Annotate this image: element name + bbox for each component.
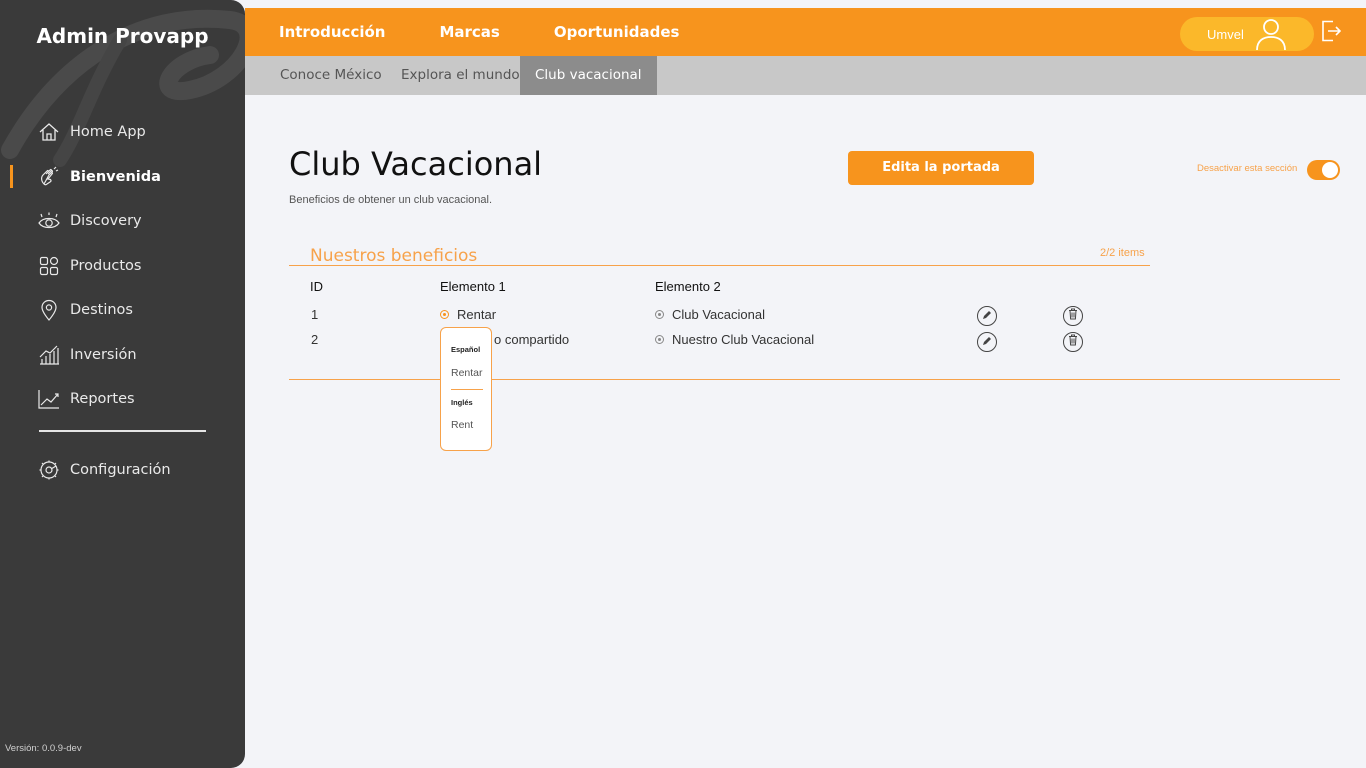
toggle-label: Desactivar esta sección <box>1197 163 1298 174</box>
sidebar-item-discovery[interactable]: Discovery <box>0 199 245 244</box>
trash-icon <box>1068 333 1078 351</box>
user-menu-button[interactable]: Umvel <box>1180 17 1314 51</box>
sidebar-item-bienvenida[interactable]: Bienvenida <box>0 155 245 200</box>
section-title: Nuestros beneficios <box>310 246 478 266</box>
row-2-delete-button[interactable] <box>1063 332 1083 352</box>
sidebar-item-label: Reportes <box>70 391 135 408</box>
column-header-id: ID <box>310 279 323 294</box>
sidebar-item-home-app[interactable]: Home App <box>0 110 245 155</box>
tab-introduccion[interactable]: Introducción <box>279 23 385 41</box>
bar-chart-icon <box>38 344 60 366</box>
sub-nav-bar: Conoce México Explora el mundo Club vaca… <box>245 56 1366 95</box>
column-header-elemento-1: Elemento 1 <box>440 279 506 294</box>
line-chart-icon <box>38 388 60 410</box>
sidebar-config-wrapper: Configuración <box>0 448 245 493</box>
user-name: Umvel <box>1207 27 1244 42</box>
column-header-elemento-2: Elemento 2 <box>655 279 721 294</box>
sidebar-item-label: Productos <box>70 257 142 274</box>
page-subtitle: Beneficios de obtener un club vacacional… <box>289 194 493 206</box>
subtab-explora-el-mundo[interactable]: Explora el mundo <box>386 56 535 95</box>
waving-hand-icon <box>38 166 60 188</box>
translation-dot-icon <box>655 310 664 319</box>
popup-lang-english: Inglés <box>451 398 473 407</box>
subtab-club-vacacional[interactable]: Club vacacional <box>520 56 657 95</box>
sidebar-divider <box>39 430 206 432</box>
sidebar-item-label: Destinos <box>70 302 133 319</box>
edit-cover-button[interactable]: Edita la portada <box>848 151 1034 185</box>
version-label: Versión: 0.0.9-dev <box>5 743 82 754</box>
app-brand: Admin Provapp <box>36 24 209 48</box>
pencil-icon <box>982 333 992 351</box>
gear-icon <box>38 459 60 481</box>
row-1-id: 1 <box>311 307 319 322</box>
user-avatar-icon <box>1254 18 1288 55</box>
sidebar-item-destinos[interactable]: Destinos <box>0 288 245 333</box>
logout-icon[interactable] <box>1321 20 1342 47</box>
translation-popup: Español Rentar Inglés Rent <box>440 327 492 451</box>
items-count: 2/2 items <box>1100 247 1145 259</box>
sidebar-item-inversion[interactable]: Inversión <box>0 333 245 378</box>
sidebar-item-reportes[interactable]: Reportes <box>0 377 245 422</box>
translation-dot-icon <box>655 335 664 344</box>
row-2-elemento-2[interactable]: Nuestro Club Vacacional <box>655 332 814 347</box>
grid-icon <box>38 255 60 277</box>
sidebar-item-label: Home App <box>70 124 146 141</box>
section-divider <box>289 265 1150 266</box>
translation-dot-icon <box>440 310 449 319</box>
subtab-conoce-mexico[interactable]: Conoce México <box>265 56 397 95</box>
popup-divider <box>451 389 483 390</box>
row-2-elemento-2-text: Nuestro Club Vacacional <box>672 332 815 347</box>
popup-value-spanish: Rentar <box>451 367 483 379</box>
popup-lang-spanish: Español <box>451 345 481 354</box>
home-icon <box>38 121 60 143</box>
tab-marcas[interactable]: Marcas <box>439 23 499 41</box>
section-toggle[interactable] <box>1307 160 1340 180</box>
row-2-elemento-1[interactable]: o compartido <box>494 332 569 347</box>
sidebar-nav: Home App Bienvenida Discovery Productos … <box>0 110 245 422</box>
eye-icon <box>38 210 60 232</box>
pencil-icon <box>982 307 992 325</box>
trash-icon <box>1068 307 1078 325</box>
sidebar-item-configuracion[interactable]: Configuración <box>0 448 245 493</box>
row-1-edit-button[interactable] <box>977 306 997 326</box>
sidebar-item-label: Configuración <box>70 462 171 479</box>
page-title: Club Vacacional <box>289 145 543 183</box>
top-nav-tabs: Introducción Marcas Oportunidades <box>279 0 733 56</box>
popup-value-english: Rent <box>451 419 474 431</box>
sidebar-item-productos[interactable]: Productos <box>0 244 245 289</box>
row-1-elemento-1-text: Rentar <box>457 307 497 322</box>
toggle-knob <box>1322 162 1338 178</box>
top-nav-bar: Introducción Marcas Oportunidades Umvel <box>245 0 1366 56</box>
row-2-id: 2 <box>311 332 319 347</box>
row-1-elemento-2-text: Club Vacacional <box>672 307 765 322</box>
tab-oportunidades[interactable]: Oportunidades <box>554 0 679 41</box>
sidebar-item-label: Inversión <box>70 346 137 363</box>
row-2-edit-button[interactable] <box>977 332 997 352</box>
location-pin-icon <box>38 299 60 322</box>
sidebar-item-label: Bienvenida <box>70 168 161 185</box>
row-1-elemento-2[interactable]: Club Vacacional <box>655 307 765 322</box>
sidebar: Admin Provapp Home App Bienvenida Discov… <box>0 0 245 768</box>
row-1-elemento-1[interactable]: Rentar <box>440 307 496 322</box>
sidebar-item-label: Discovery <box>70 213 142 230</box>
row-1-delete-button[interactable] <box>1063 306 1083 326</box>
